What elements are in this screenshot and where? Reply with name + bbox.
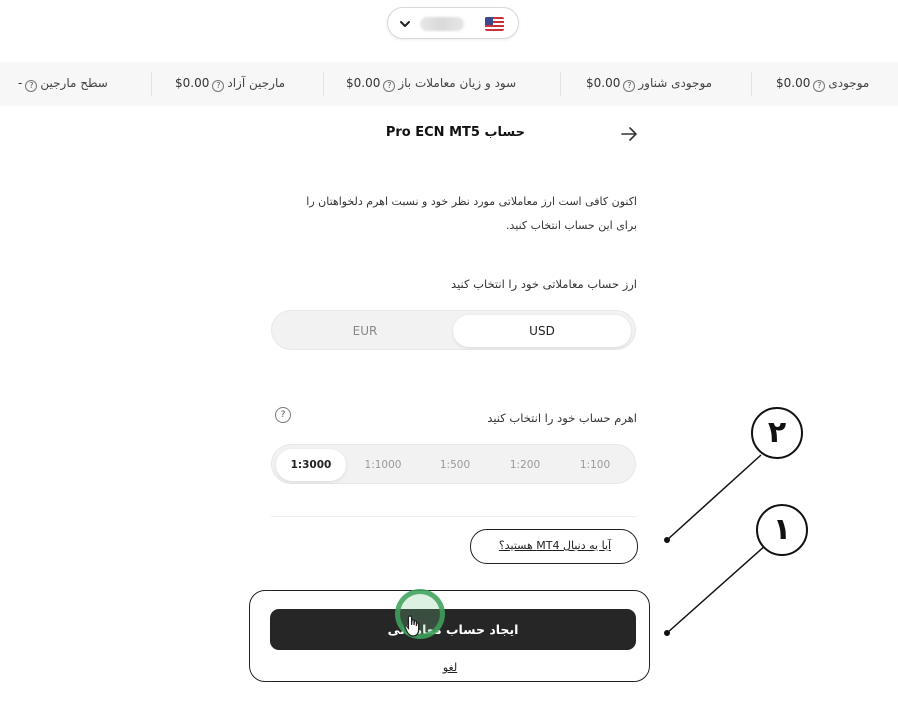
- arrow-right-icon[interactable]: [619, 124, 639, 144]
- hand-cursor-icon: [404, 615, 420, 637]
- help-icon[interactable]: ?: [813, 80, 826, 92]
- help-icon[interactable]: ?: [212, 80, 225, 92]
- mt4-link[interactable]: آیا یه دنبال MT4 هستید؟: [471, 539, 639, 552]
- annotation-badge-2: ۲: [751, 407, 803, 459]
- stat-balance: $0.00? موجودی: [776, 76, 870, 92]
- blurred-language-name: [420, 17, 464, 31]
- stat-free-margin: $0.00? مارجین آزاد: [175, 76, 286, 92]
- currency-option-eur[interactable]: EUR: [276, 315, 454, 347]
- mt4-highlight-box: آیا یه دنبال MT4 هستید؟: [470, 529, 638, 564]
- currency-toggle: USD EUR: [271, 310, 636, 350]
- create-account-button[interactable]: ایجاد حساب معاملاتی: [270, 609, 636, 650]
- leverage-option-1000[interactable]: 1:1000: [348, 449, 418, 481]
- stat-open-pnl: $0.00? سود و زیان معاملات باز: [346, 76, 517, 92]
- leverage-option-500[interactable]: 1:500: [420, 449, 490, 481]
- account-stats-bar: $0.00? موجودی $0.00? موجودی شناور $0.00? سو…: [0, 62, 898, 106]
- language-selector[interactable]: [387, 7, 519, 39]
- us-flag-icon: [485, 17, 504, 31]
- currency-label: ارز حساب معاملاتی خود را انتخاب کنید: [451, 277, 637, 291]
- leverage-option-3000[interactable]: 1:3000: [276, 449, 346, 481]
- annotation-badge-1: ۱: [756, 504, 808, 556]
- stat-margin-level: -? سطح مارجین: [18, 76, 108, 92]
- page-title: حساب Pro ECN MT5: [385, 125, 525, 140]
- help-icon[interactable]: ?: [623, 80, 636, 92]
- leverage-selector: 1:100 1:200 1:500 1:1000 1:3000: [271, 444, 636, 484]
- currency-option-usd[interactable]: USD: [453, 315, 631, 347]
- stat-equity: $0.00? موجودی شناور: [586, 76, 713, 92]
- help-icon[interactable]: ?: [275, 407, 291, 423]
- leverage-option-100[interactable]: 1:100: [560, 449, 630, 481]
- divider: [271, 516, 636, 517]
- leverage-label: اهرم حساب خود را انتخاب کنید: [487, 411, 637, 425]
- help-icon[interactable]: ?: [25, 80, 38, 92]
- chevron-down-icon: [400, 21, 410, 27]
- cancel-link[interactable]: لغو: [430, 661, 470, 674]
- help-icon[interactable]: ?: [383, 80, 396, 92]
- leverage-option-200[interactable]: 1:200: [490, 449, 560, 481]
- intro-text: اکنون کافی است ارز معاملاتی مورد نظر خود…: [306, 195, 637, 232]
